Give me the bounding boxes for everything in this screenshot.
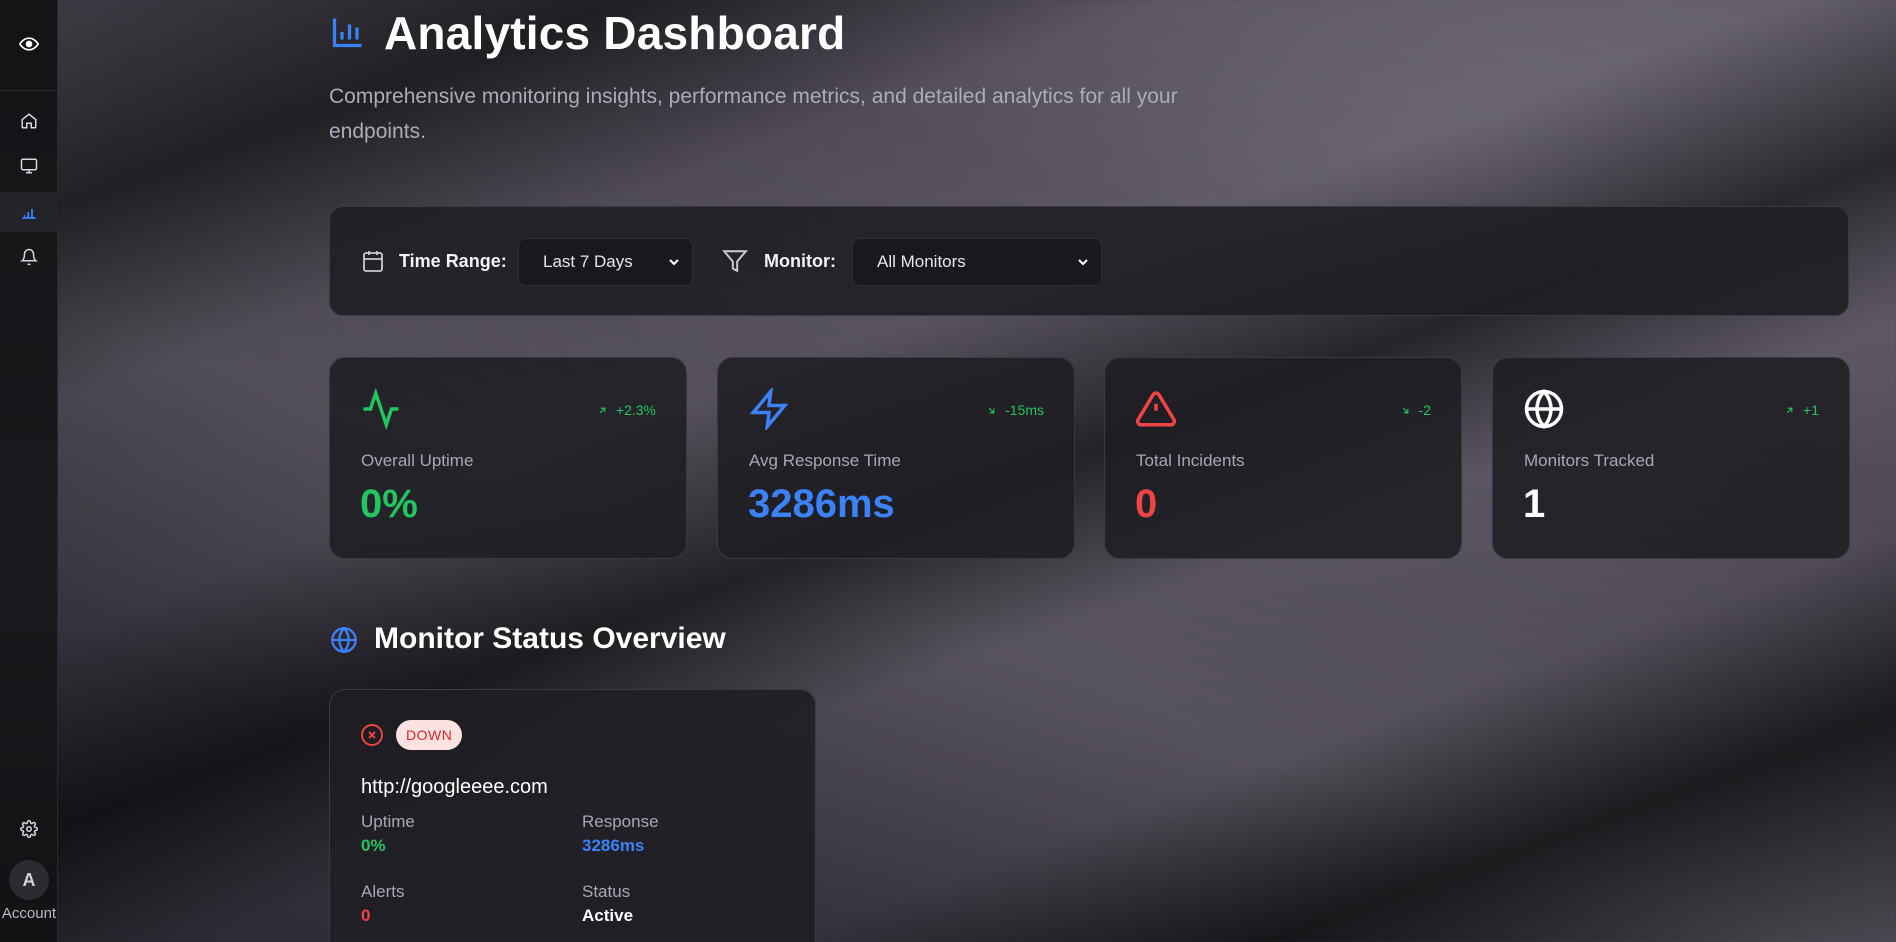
stat-card-response: -15ms Avg Response Time 3286ms [717,357,1075,559]
gear-icon [20,820,38,838]
globe-icon [1524,388,1564,430]
arrow-up-right-icon [599,407,606,413]
avatar[interactable]: A [9,860,49,900]
bar-chart-icon [332,18,362,48]
monitor-value: All Monitors [877,252,966,271]
alerts-label: Alerts [361,882,405,901]
sidebar-divider [0,90,58,91]
sidebar: A Account [0,0,58,942]
sidebar-item-analytics[interactable] [0,192,58,232]
globe-icon [331,626,357,654]
trend-indicator: -2 [1400,402,1431,418]
stat-label: Overall Uptime [361,451,474,470]
stat-card-uptime: +2.3% Overall Uptime 0% [329,357,687,559]
monitor-select[interactable]: All Monitors [852,238,1102,286]
response-value: 3286ms [582,836,645,855]
eye-icon[interactable] [17,32,41,56]
stat-value: 0% [360,482,418,526]
time-range-label: Time Range: [399,251,507,271]
stat-value: 1 [1523,482,1546,526]
calendar-icon [363,251,383,272]
home-icon [21,113,37,129]
chevron-down-icon [669,259,679,266]
monitor-card[interactable]: DOWN http://googleeee.com Uptime 0% Resp… [329,689,816,942]
arrow-down-right-icon [988,407,995,413]
lightning-icon [749,388,789,430]
bell-icon [20,248,38,266]
status-label: Status [582,882,631,901]
stat-card-monitors: +1 Monitors Tracked 1 [1492,357,1850,559]
status-badge: DOWN [396,720,463,750]
chevron-down-icon [1078,259,1088,266]
stat-label: Monitors Tracked [1524,451,1655,470]
sidebar-item-monitors[interactable] [0,146,58,186]
stat-label: Avg Response Time [749,451,901,470]
alerts-value: 0 [361,906,371,925]
time-range-select[interactable]: Last 7 Days [518,238,693,286]
bar-chart-icon [22,209,36,219]
time-range-value: Last 7 Days [543,252,633,271]
stat-value: 0 [1135,482,1158,526]
activity-icon [363,388,399,430]
stat-value: 3286ms [748,482,895,526]
page-title: Analytics Dashboard [384,7,846,59]
warning-icon [1135,391,1177,427]
uptime-value: 0% [361,836,386,855]
section-title: Monitor Status Overview [374,622,726,655]
response-label: Response [582,812,659,831]
arrow-down-right-icon [1402,407,1408,413]
account-label[interactable]: Account [0,905,58,922]
sidebar-item-alerts[interactable] [0,237,58,277]
trend-indicator: -15ms [986,402,1044,418]
monitor-label: Monitor: [764,251,836,271]
stat-card-incidents: -2 Total Incidents 0 [1104,357,1462,559]
sidebar-item-home[interactable] [0,101,58,141]
page-subtitle: Comprehensive monitoring insights, perfo… [329,85,1178,143]
x-circle-icon [361,724,383,746]
trend-indicator: +2.3% [597,402,656,418]
uptime-label: Uptime [361,812,415,831]
filter-bar: Time Range: Last 7 Days Monitor: All Mon… [329,206,1849,316]
monitor-icon [20,158,38,174]
stat-label: Total Incidents [1136,451,1245,470]
status-value: Active [582,906,634,925]
monitor-url: http://googleeee.com [361,776,548,798]
trend-indicator: +1 [1784,402,1819,418]
arrow-up-right-icon [1786,407,1793,413]
sidebar-item-settings[interactable] [0,809,58,849]
filter-icon [722,250,748,273]
